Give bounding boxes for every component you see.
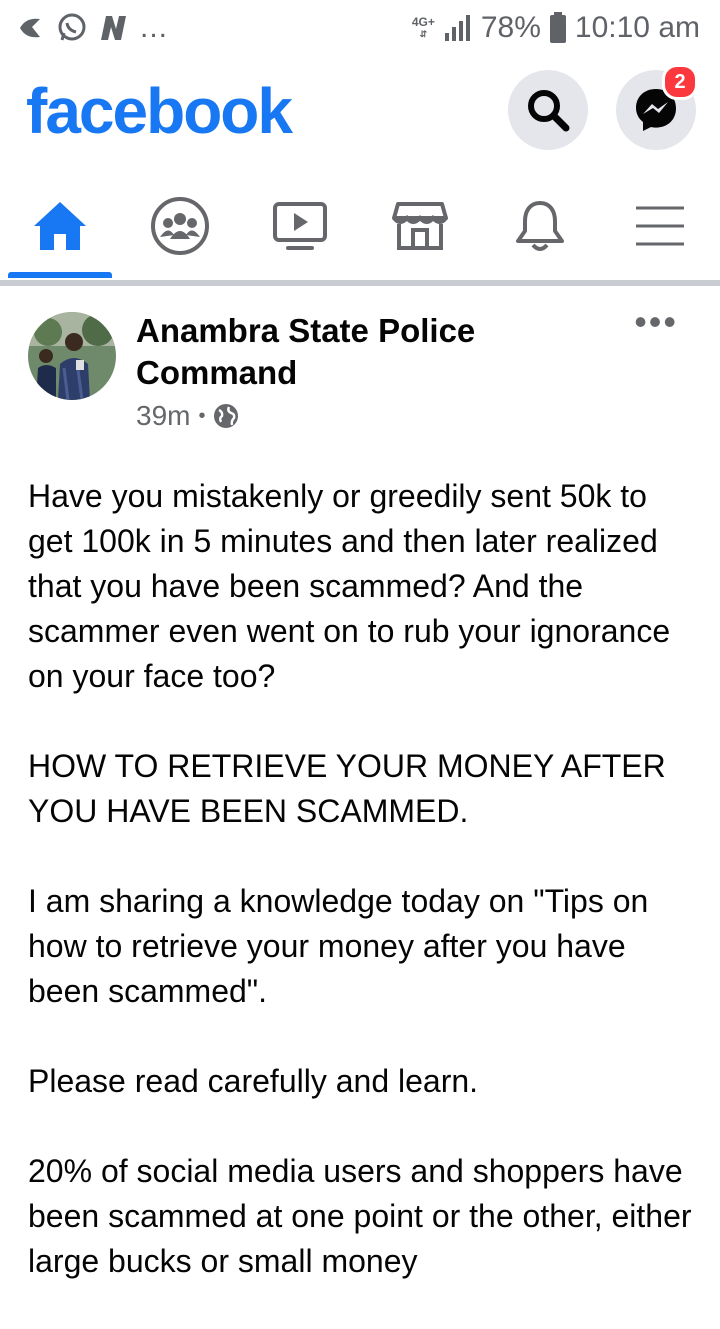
tab-groups[interactable] xyxy=(120,178,240,274)
battery-icon xyxy=(549,12,566,43)
author-name-line-1[interactable]: Anambra State Police xyxy=(136,310,576,352)
network-type: 4G+ ⇵ xyxy=(411,15,435,39)
watch-video-icon xyxy=(273,202,327,250)
globe-icon xyxy=(214,404,239,428)
groups-icon xyxy=(151,197,209,255)
status-bar: ... 4G+ ⇵ 78% 10:10 am xyxy=(0,0,720,56)
news-app-icon xyxy=(101,16,126,40)
clock: 10:10 am xyxy=(574,11,700,44)
post-meta: 39m • xyxy=(136,400,239,432)
battery-percent: 78% xyxy=(480,11,541,44)
tab-menu[interactable] xyxy=(600,178,720,274)
messenger-button[interactable]: 2 xyxy=(616,64,698,150)
messenger-badge: 2 xyxy=(662,64,698,100)
hamburger-menu-icon xyxy=(636,206,684,246)
post-more-options-button[interactable]: ••• xyxy=(634,304,678,340)
bell-icon xyxy=(516,201,564,251)
more-notifications-dots: ... xyxy=(140,11,169,44)
tab-notifications[interactable] xyxy=(480,178,600,274)
avatar-photo xyxy=(28,312,116,400)
tab-watch[interactable] xyxy=(240,178,360,274)
meta-separator: • xyxy=(198,404,206,427)
home-icon xyxy=(34,202,86,250)
active-tab-indicator xyxy=(8,272,112,278)
search-icon xyxy=(528,90,570,132)
tab-marketplace[interactable] xyxy=(360,178,480,274)
author-avatar[interactable] xyxy=(28,312,116,400)
post-timestamp[interactable]: 39m xyxy=(136,400,190,432)
app-notification-icon xyxy=(20,18,40,38)
post-paragraph: 20% of social media users and shoppers h… xyxy=(28,1153,692,1279)
facebook-logo[interactable]: facebook xyxy=(26,74,293,148)
feed-post: Anambra State Police Command 39m • ••• H… xyxy=(0,286,720,1280)
tab-bar xyxy=(0,178,720,280)
tab-home[interactable] xyxy=(0,178,120,274)
system-status: 4G+ ⇵ 78% 10:10 am xyxy=(412,10,700,46)
search-button[interactable] xyxy=(508,70,588,150)
post-body: Have you mistakenly or greedily sent 50k… xyxy=(28,474,698,1329)
notification-icons: ... xyxy=(16,10,168,46)
author-name-line-2[interactable]: Command xyxy=(136,352,576,394)
network-type-label: 4G+ xyxy=(411,15,435,29)
post-paragraph: Please read carefully and learn. xyxy=(28,1063,479,1099)
post-paragraph: Have you mistakenly or greedily sent 50k… xyxy=(28,478,671,694)
app-header: facebook 2 xyxy=(0,56,720,178)
signal-icon xyxy=(444,15,470,41)
post-author-name[interactable]: Anambra State Police Command xyxy=(136,310,576,394)
post-paragraph: HOW TO RETRIEVE YOUR MONEY AFTER YOU HAV… xyxy=(28,748,666,829)
whatsapp-icon xyxy=(58,13,86,41)
marketplace-store-icon xyxy=(392,202,448,250)
post-paragraph: I am sharing a knowledge today on "Tips … xyxy=(28,883,649,1009)
